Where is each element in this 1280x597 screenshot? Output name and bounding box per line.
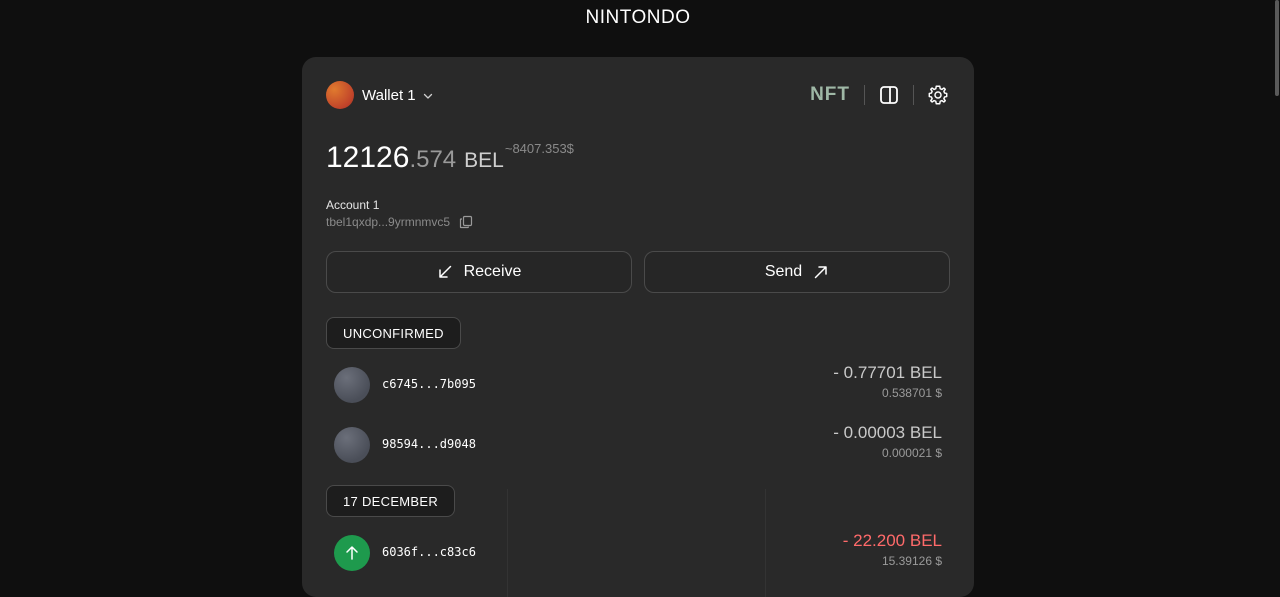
arrow-up-right-icon <box>814 266 827 279</box>
header-actions: NFT <box>810 81 950 109</box>
page-scrollbar[interactable] <box>1274 0 1280 581</box>
balance-usd: ~8407.353$ <box>504 141 574 156</box>
chevron-down-icon <box>422 89 434 101</box>
balance-decimal: .574 <box>409 146 457 173</box>
tx-usd: 0.538701 $ <box>881 386 942 400</box>
tx-hash: c6745...7b095 <box>382 377 476 391</box>
balance-integer: 12126 <box>326 141 410 174</box>
tx-amount: - 22.200 BEL <box>842 531 942 550</box>
panel-icon[interactable] <box>877 83 901 107</box>
transaction-row[interactable]: 98594...d9048 - 0.00003 BEL 0.000021 $ <box>326 421 950 469</box>
balance-unit: BEL <box>464 149 504 172</box>
send-button[interactable]: Send <box>644 251 950 293</box>
pending-tx-icon <box>334 427 370 463</box>
account-name: Account 1 <box>326 198 380 212</box>
send-label: Send <box>764 263 803 280</box>
transaction-row[interactable]: 6036f...c83c6 - 22.200 BEL 15.39126 $ <box>326 529 950 577</box>
wallet-header: Wallet 1 NFT <box>326 81 950 109</box>
wallet-selector[interactable]: Wallet 1 <box>326 81 434 109</box>
wallet-card: Wallet 1 NFT 12126 .574 BEL ~8407.353$ A… <box>302 57 974 597</box>
date-section-label: 17 DECEMBER <box>326 485 456 517</box>
receive-button[interactable]: Receive <box>326 251 632 293</box>
arrow-up-icon <box>334 535 370 571</box>
tx-amount: - 0.77701 BEL <box>833 363 942 382</box>
tx-hash: 6036f...c83c6 <box>382 545 476 559</box>
account-address: tbel1qxdp...9yrmnmvc5 <box>326 215 451 229</box>
nft-button[interactable]: NFT <box>810 84 862 106</box>
app-title: NINTONDO <box>585 7 691 28</box>
scrollbar-thumb[interactable] <box>1275 0 1279 96</box>
gear-icon[interactable] <box>926 83 950 107</box>
tx-amount: - 0.00003 BEL <box>833 423 942 442</box>
pending-tx-icon <box>334 367 370 403</box>
receive-label: Receive <box>463 263 522 280</box>
account-address-row: tbel1qxdp...9yrmnmvc5 <box>326 215 473 229</box>
wallet-avatar <box>326 81 354 109</box>
copy-icon[interactable] <box>459 215 473 229</box>
wallet-name: Wallet 1 <box>362 86 416 104</box>
transaction-row[interactable]: c6745...7b095 - 0.77701 BEL 0.538701 $ <box>326 361 950 409</box>
divider <box>864 85 865 105</box>
divider <box>913 85 914 105</box>
tx-usd: 0.000021 $ <box>881 446 942 460</box>
arrow-down-left-icon <box>438 265 451 278</box>
tx-hash: 98594...d9048 <box>382 437 476 451</box>
tx-usd: 15.39126 $ <box>881 554 942 568</box>
unconfirmed-section-label: UNCONFIRMED <box>326 317 461 349</box>
balance-display: 12126 .574 BEL ~8407.353$ <box>326 141 574 181</box>
